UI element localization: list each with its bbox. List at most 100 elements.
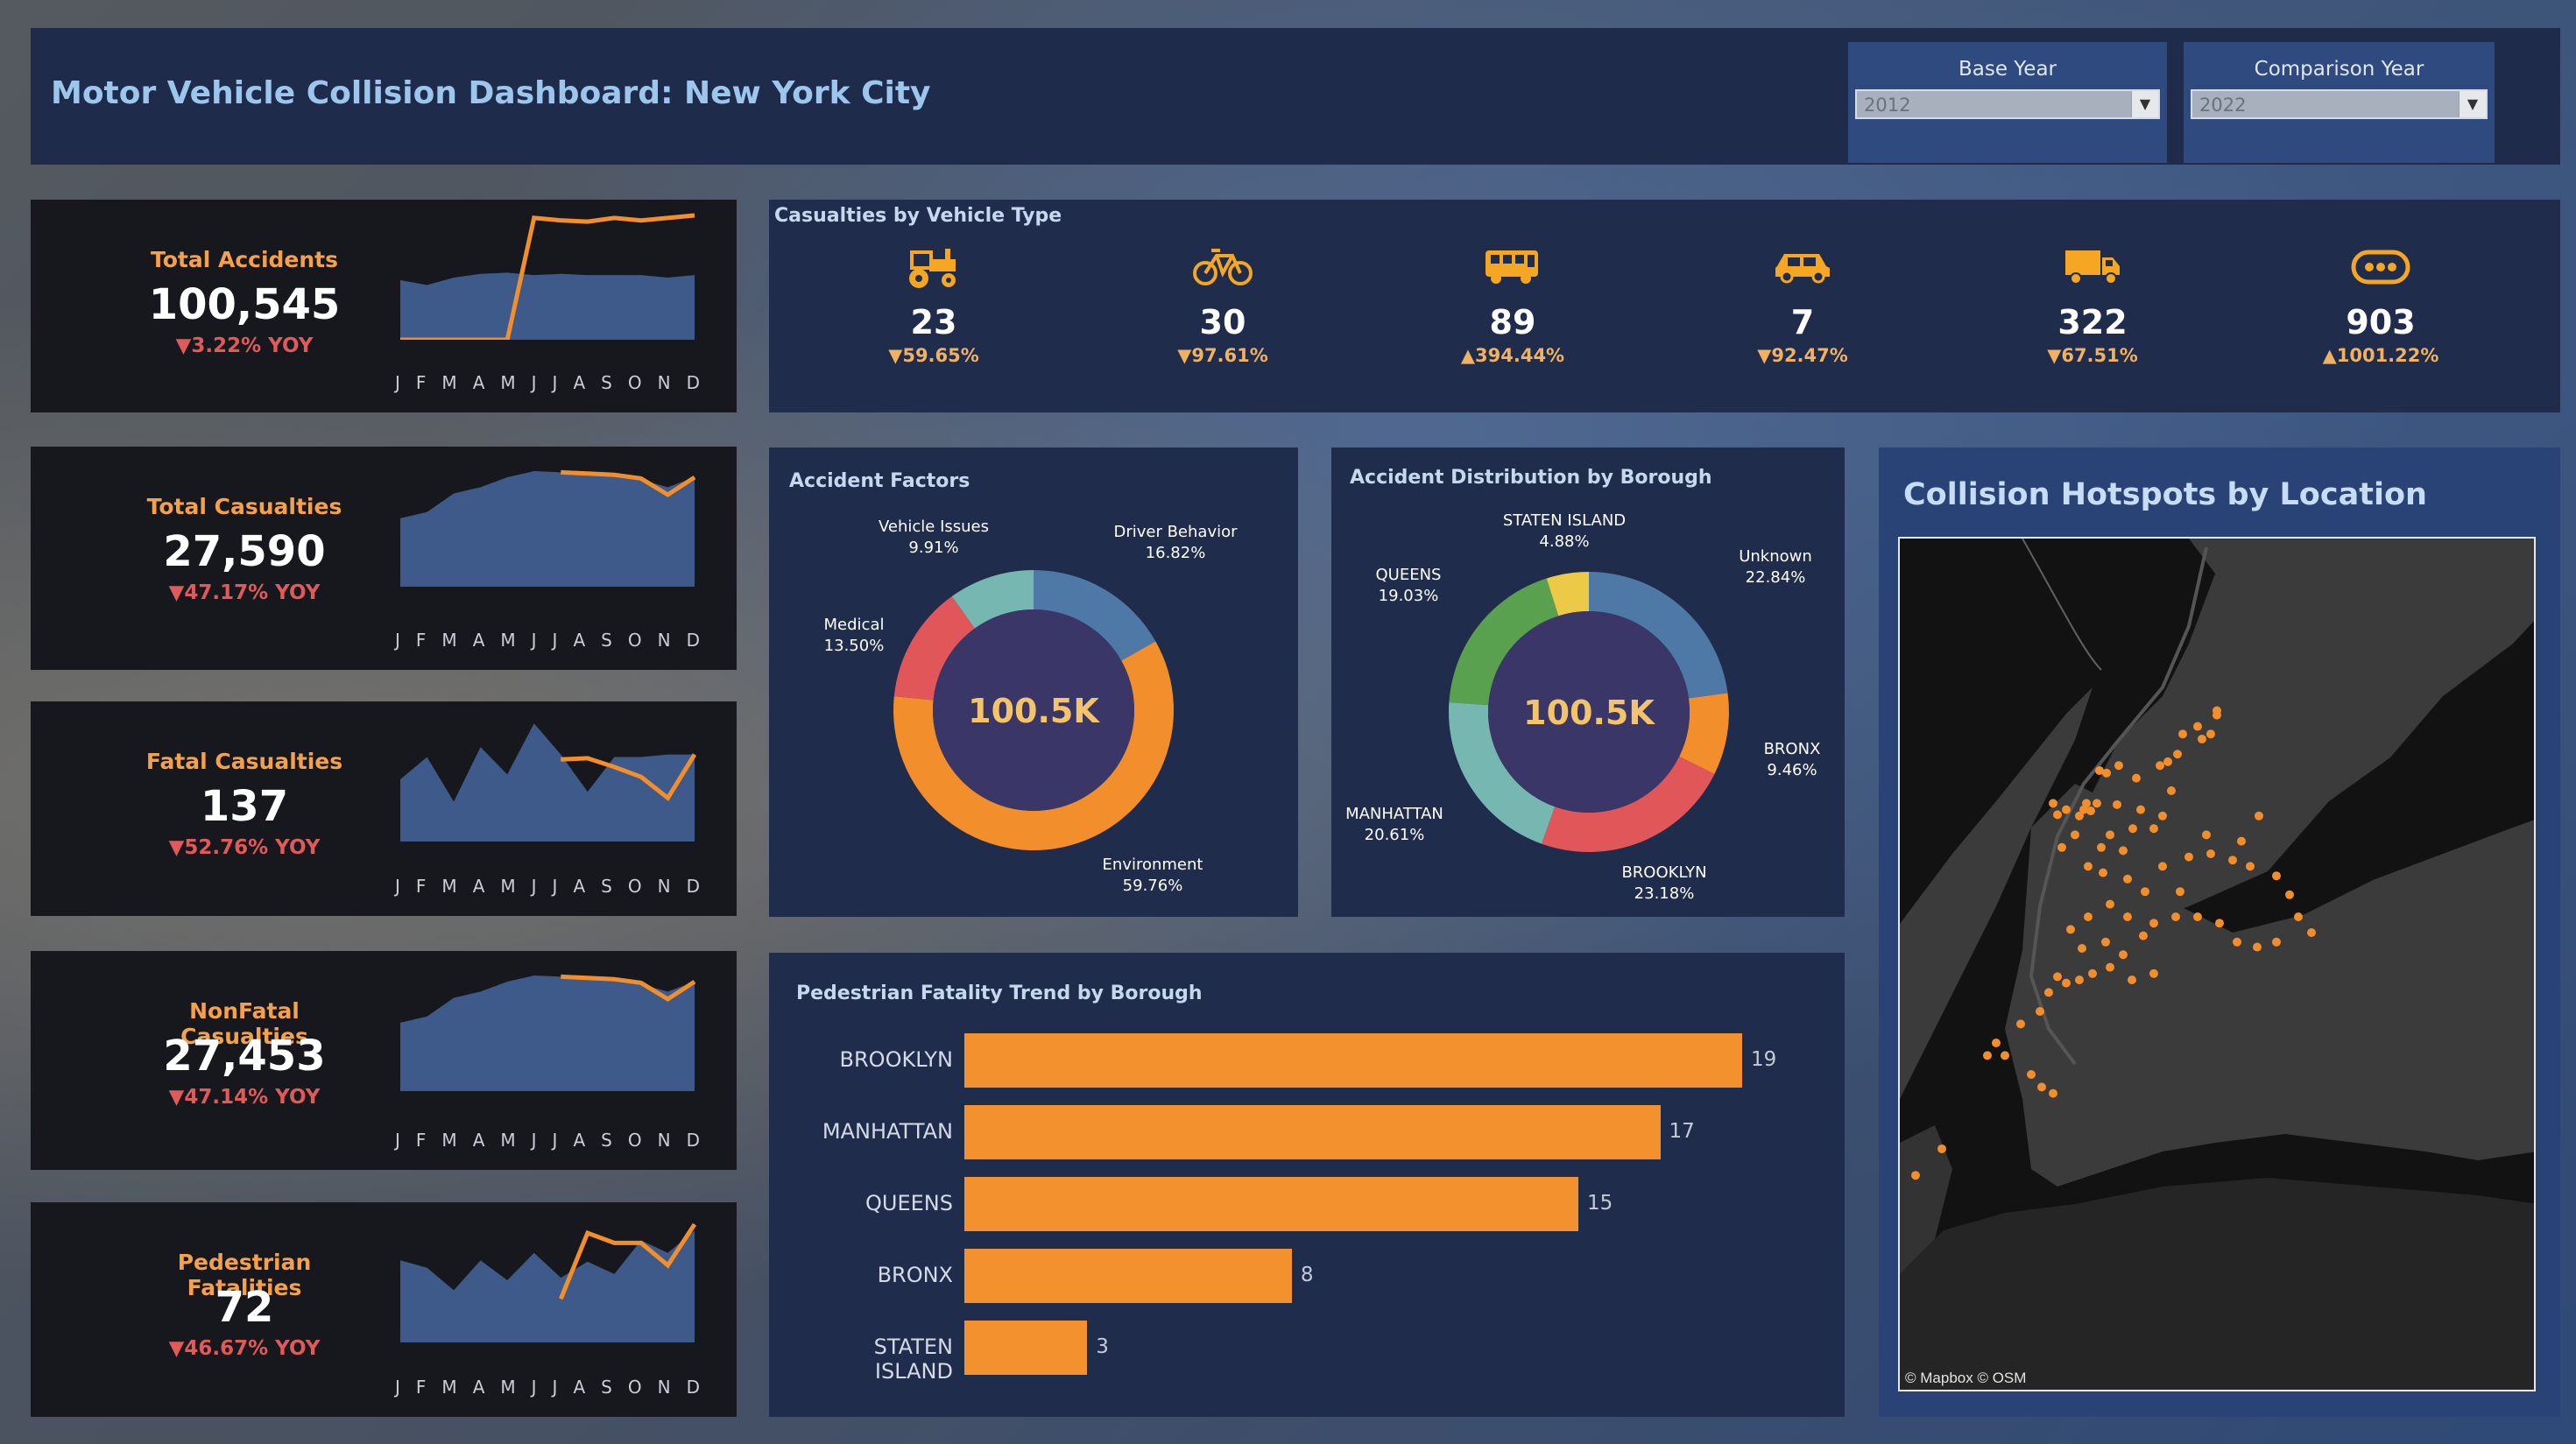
hotspot-marker[interactable] [2075,811,2084,821]
hotspot-marker[interactable] [2184,852,2193,862]
hotspot-marker[interactable] [2027,1070,2036,1079]
hotspot-marker[interactable] [2233,937,2241,947]
hotspot-marker[interactable] [2149,969,2158,978]
hotspot-marker[interactable] [2171,912,2180,921]
chevron-down-icon[interactable]: ▼ [2459,91,2486,117]
hotspot-marker[interactable] [2053,972,2062,982]
vehicle-change: ▲1001.22% [2322,345,2439,366]
hotspot-marker[interactable] [2123,874,2132,884]
hotspot-marker[interactable] [2078,944,2086,953]
hotspot-marker[interactable] [2253,942,2262,952]
hotspot-marker[interactable] [2163,757,2172,766]
month-axis: JFMAMJJASOND [395,1377,700,1398]
hotspot-marker[interactable] [2228,856,2237,865]
base-year-select[interactable]: 2012 ▼ [1855,89,2160,119]
hotspot-marker[interactable] [2084,862,2093,871]
comparison-year-select[interactable]: 2022 ▼ [2191,89,2488,119]
hotspot-marker[interactable] [2167,786,2176,795]
hotspot-marker[interactable] [2246,862,2255,871]
hotspot-marker[interactable] [2206,729,2215,739]
hotspot-marker[interactable] [2088,969,2097,978]
hotspot-marker[interactable] [2044,988,2053,997]
hotspot-marker[interactable] [2071,830,2079,840]
hotspot-marker[interactable] [2049,799,2057,808]
hotspot-marker[interactable] [2106,899,2114,909]
vehicle-type-item: 23 ▼59.65% [855,247,1013,366]
hotspot-marker[interactable] [2136,805,2145,814]
slice-label: Driver Behavior [1113,523,1238,541]
hotspot-marker[interactable] [2102,768,2111,778]
hotspot-marker[interactable] [1983,1051,1992,1060]
hotspot-marker[interactable] [2093,799,2101,808]
hotspot-marker[interactable] [2178,729,2187,739]
hotspot-marker[interactable] [2106,962,2114,972]
hotspot-marker[interactable] [2158,811,2167,821]
hotspot-marker[interactable] [2307,928,2316,937]
hotspot-marker[interactable] [2202,830,2211,840]
hotspot-marker[interactable] [2215,919,2224,928]
bar[interactable] [964,1321,1088,1375]
accident-factors-donut: 100.5K Driver Behavior 16.82% Environment 59… [824,518,1239,895]
hotspot-marker[interactable] [2084,912,2093,921]
hotspot-marker[interactable] [2016,1019,2025,1029]
hotspot-marker[interactable] [2119,950,2128,960]
hotspot-marker[interactable] [2113,799,2121,809]
hotspot-marker[interactable] [2066,925,2075,934]
hotspot-marker[interactable] [2086,807,2095,816]
hotspot-marker[interactable] [2001,1051,2009,1060]
hotspot-marker[interactable] [2119,846,2128,856]
slice-label: QUEENS [1376,566,1442,584]
hotspot-marker[interactable] [2037,1082,2046,1092]
hotspot-marker[interactable] [2036,1007,2044,1016]
hotspot-marker[interactable] [2193,722,2202,731]
hotspot-marker[interactable] [2075,976,2084,984]
hotspot-marker[interactable] [1937,1144,1946,1153]
hotspot-marker[interactable] [2255,811,2263,821]
hotspot-marker[interactable] [2294,912,2303,921]
hotspot-marker[interactable] [2049,1088,2057,1098]
bar[interactable] [964,1105,1661,1159]
hotspot-marker[interactable] [2139,931,2148,940]
base-year-value: 2012 [1864,95,1911,116]
hotspot-marker[interactable] [2123,912,2132,921]
bar[interactable] [964,1249,1292,1303]
hotspot-marker[interactable] [2173,750,2182,759]
hotspot-marker[interactable] [2101,937,2110,947]
hotspot-marker[interactable] [2285,890,2294,899]
hotspot-marker[interactable] [2062,978,2071,988]
hotspot-marker[interactable] [2237,836,2246,846]
hotspot-marker[interactable] [2158,862,2167,871]
bar[interactable] [964,1177,1579,1231]
hotspot-marker[interactable] [2053,810,2062,820]
hotspot-marker[interactable] [2097,842,2106,852]
hotspot-marker[interactable] [2176,887,2184,897]
hotspot-marker[interactable] [2128,824,2137,834]
hotspot-marker[interactable] [2114,761,2123,771]
vehicle-count: 7 [1790,303,1815,342]
more-icon [2302,247,2460,291]
bar[interactable] [964,1033,1742,1088]
hotspot-marker[interactable] [2272,871,2281,881]
hotspot-marker[interactable] [2198,734,2206,743]
hotspot-marker[interactable] [1911,1171,1920,1180]
hotspot-marker[interactable] [2193,912,2202,921]
hotspot-marker[interactable] [2272,937,2281,947]
vehicle-type-item: 30 ▼97.61% [1144,247,1302,366]
hotspot-marker[interactable] [2156,761,2164,771]
hotspot-marker[interactable] [2099,868,2107,877]
hotspot-marker[interactable] [2141,887,2149,897]
slice-label: BRONX [1764,740,1821,758]
collision-map[interactable]: © Mapbox © OSM [1898,537,2536,1391]
hotspot-marker[interactable] [2057,842,2066,852]
hotspot-marker[interactable] [2213,706,2221,715]
chevron-down-icon[interactable]: ▼ [2131,91,2158,117]
hotspot-marker[interactable] [2128,976,2136,984]
hotspot-marker[interactable] [2132,773,2141,783]
hotspot-marker[interactable] [2106,830,2114,840]
hotspot-marker[interactable] [2206,849,2215,858]
hotspot-marker[interactable] [1992,1039,2001,1047]
hotspot-marker[interactable] [2149,824,2158,834]
hotspot-marker[interactable] [2149,919,2158,928]
hotspot-marker[interactable] [2062,805,2071,814]
base-year-label: Base Year [1958,58,2057,81]
